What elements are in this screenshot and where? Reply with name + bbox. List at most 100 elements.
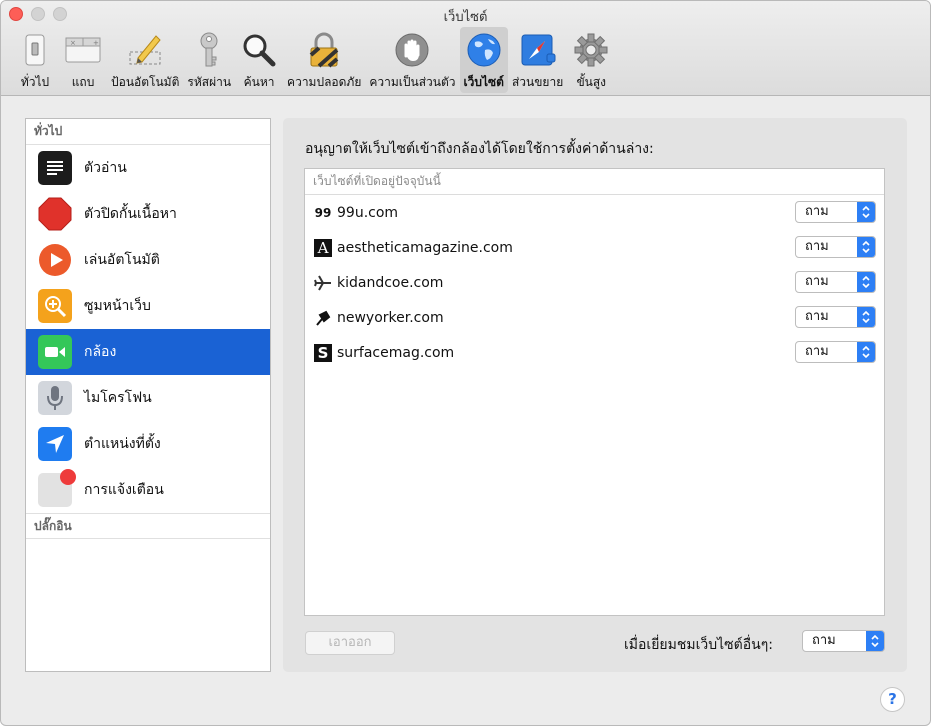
sidebar-item-location[interactable]: ตำแหน่งที่ตั้ง	[26, 421, 270, 467]
globe-icon	[464, 31, 504, 69]
websites-table: เว็บไซต์ที่เปิดอยู่ปัจจุบันนี้ 99 99u.co…	[304, 168, 885, 616]
toolbar-autofill-label: ป้อนอัตโนมัติ	[111, 75, 180, 89]
popup-arrows-icon	[866, 631, 884, 651]
toolbar-search-label: ค้นหา	[243, 75, 275, 89]
microphone-icon	[38, 381, 72, 415]
toolbar-extensions-label: ส่วนขยาย	[511, 75, 564, 89]
play-icon	[38, 243, 72, 277]
remove-button[interactable]: เอาออก	[305, 631, 395, 655]
general-switch-icon	[15, 31, 55, 69]
table-row[interactable]: 99 99u.com ถาม	[305, 195, 884, 230]
quote-99-icon: 99	[314, 205, 332, 220]
table-row[interactable]: newyorker.com ถาม	[305, 300, 884, 335]
toolbar-passwords[interactable]: รหัสผ่าน	[183, 27, 235, 93]
popup-value: ถาม	[805, 204, 829, 219]
notifications-icon	[38, 469, 76, 507]
toolbar-privacy-label: ความเป็นส่วนตัว	[369, 75, 456, 89]
site-permission-popup[interactable]: ถาม	[795, 306, 876, 328]
sidebar-item-content-blockers[interactable]: ตัวปิดกั้นเนื้อหา	[26, 191, 270, 237]
table-header: เว็บไซต์ที่เปิดอยู่ปัจจุบันนี้	[305, 169, 884, 195]
site-permission-popup[interactable]: ถาม	[795, 341, 876, 363]
letter-s-icon: S	[313, 343, 333, 363]
sidebar-item-label: กล้อง	[84, 344, 117, 360]
sidebar-item-label: เล่นอัตโนมัติ	[84, 252, 160, 268]
sidebar-item-autoplay[interactable]: เล่นอัตโนมัติ	[26, 237, 270, 283]
titlebar: เว็บไซต์ ทั่วไป × + แถบ ป้อนอัตโนมัติ รห…	[1, 1, 930, 96]
site-permission-popup[interactable]: ถาม	[795, 201, 876, 223]
airplane-icon	[313, 273, 333, 293]
table-row[interactable]: A aestheticamagazine.com ถาม	[305, 230, 884, 265]
sidebar-header-general: ทั่วไป	[26, 119, 270, 145]
location-arrow-icon	[38, 427, 72, 461]
site-name: newyorker.com	[337, 309, 444, 326]
site-name: aestheticamagazine.com	[337, 239, 513, 256]
toolbar-search[interactable]: ค้นหา	[235, 27, 283, 93]
toolbar-security-label: ความปลอดภัย	[287, 75, 362, 89]
magnifier-icon	[239, 31, 279, 69]
site-permission-popup[interactable]: ถาม	[795, 236, 876, 258]
toolbar-security[interactable]: ความปลอดภัย	[283, 27, 365, 93]
extensions-compass-icon	[518, 31, 558, 69]
letter-a-icon: A	[313, 238, 333, 258]
pane-description: อนุญาตให้เว็บไซต์เข้าถึงกล้องได้โดยใช้กา…	[305, 141, 654, 157]
safari-preferences-window: เว็บไซต์ ทั่วไป × + แถบ ป้อนอัตโนมัติ รห…	[0, 0, 931, 726]
privacy-hand-icon	[392, 31, 432, 69]
newyorker-icon	[313, 308, 333, 328]
sidebar-item-notifications[interactable]: การแจ้งเตือน	[26, 467, 270, 513]
settings-sidebar: ทั่วไป ตัวอ่าน ตัวปิดกั้นเนื้อหา เล่นอัต…	[25, 118, 271, 672]
sidebar-item-label: การแจ้งเตือน	[84, 482, 164, 498]
table-row[interactable]: kidandcoe.com ถาม	[305, 265, 884, 300]
site-name: 99u.com	[337, 204, 399, 221]
preferences-toolbar: ทั่วไป × + แถบ ป้อนอัตโนมัติ รหัสผ่าน ค้…	[11, 27, 615, 93]
svg-text:+: +	[93, 39, 99, 47]
site-name: kidandcoe.com	[337, 274, 444, 291]
popup-value: ถาม	[805, 309, 829, 324]
padlock-icon	[304, 31, 344, 69]
sidebar-item-microphone[interactable]: ไมโครโฟน	[26, 375, 270, 421]
toolbar-general-label: ทั่วไป	[20, 75, 50, 89]
site-name: surfacemag.com	[337, 344, 455, 361]
toolbar-general[interactable]: ทั่วไป	[11, 27, 59, 93]
popup-arrows-icon	[857, 237, 875, 257]
sidebar-item-label: ไมโครโฟน	[84, 390, 152, 406]
other-websites-label: เมื่อเยี่ยมชมเว็บไซต์อื่นๆ:	[624, 637, 773, 653]
zoom-icon	[38, 289, 72, 323]
sidebar-item-label: ตัวปิดกั้นเนื้อหา	[84, 206, 177, 222]
popup-arrows-icon	[857, 342, 875, 362]
toolbar-passwords-label: รหัสผ่าน	[187, 75, 232, 89]
popup-value: ถาม	[812, 633, 836, 648]
toolbar-tabs[interactable]: × + แถบ	[59, 27, 107, 93]
table-row[interactable]: S surfacemag.com ถาม	[305, 335, 884, 370]
toolbar-websites-label: เว็บไซต์	[463, 75, 504, 89]
popup-value: ถาม	[805, 274, 829, 289]
popup-arrows-icon	[857, 202, 875, 222]
sidebar-item-camera[interactable]: กล้อง	[26, 329, 270, 375]
popup-arrows-icon	[857, 307, 875, 327]
notification-badge-icon	[60, 469, 76, 485]
toolbar-advanced-label: ขั้นสูง	[576, 75, 607, 89]
toolbar-websites[interactable]: เว็บไซต์	[459, 27, 508, 93]
site-permission-popup[interactable]: ถาม	[795, 271, 876, 293]
toolbar-advanced[interactable]: ขั้นสูง	[567, 27, 615, 93]
other-websites-popup[interactable]: ถาม	[802, 630, 885, 652]
toolbar-tabs-label: แถบ	[71, 75, 95, 89]
popup-value: ถาม	[805, 239, 829, 254]
popup-value: ถาม	[805, 344, 829, 359]
help-button[interactable]: ?	[880, 687, 905, 712]
key-icon	[189, 31, 229, 69]
camera-settings-pane: อนุญาตให้เว็บไซต์เข้าถึงกล้องได้โดยใช้กา…	[283, 118, 907, 672]
stop-sign-icon	[38, 197, 72, 231]
sidebar-item-page-zoom[interactable]: ซูมหน้าเว็บ	[26, 283, 270, 329]
camera-icon	[38, 335, 72, 369]
popup-arrows-icon	[857, 272, 875, 292]
svg-text:×: ×	[70, 39, 76, 47]
sidebar-item-label: ตัวอ่าน	[84, 160, 127, 176]
window-title: เว็บไซต์	[443, 10, 488, 25]
toolbar-privacy[interactable]: ความเป็นส่วนตัว	[365, 27, 459, 93]
toolbar-autofill[interactable]: ป้อนอัตโนมัติ	[107, 27, 183, 93]
toolbar-extensions[interactable]: ส่วนขยาย	[508, 27, 567, 93]
reader-icon	[38, 151, 72, 185]
sidebar-header-plugins: ปลั๊กอิน	[26, 513, 270, 539]
sidebar-item-reader[interactable]: ตัวอ่าน	[26, 145, 270, 191]
tabs-icon: × +	[63, 31, 103, 69]
